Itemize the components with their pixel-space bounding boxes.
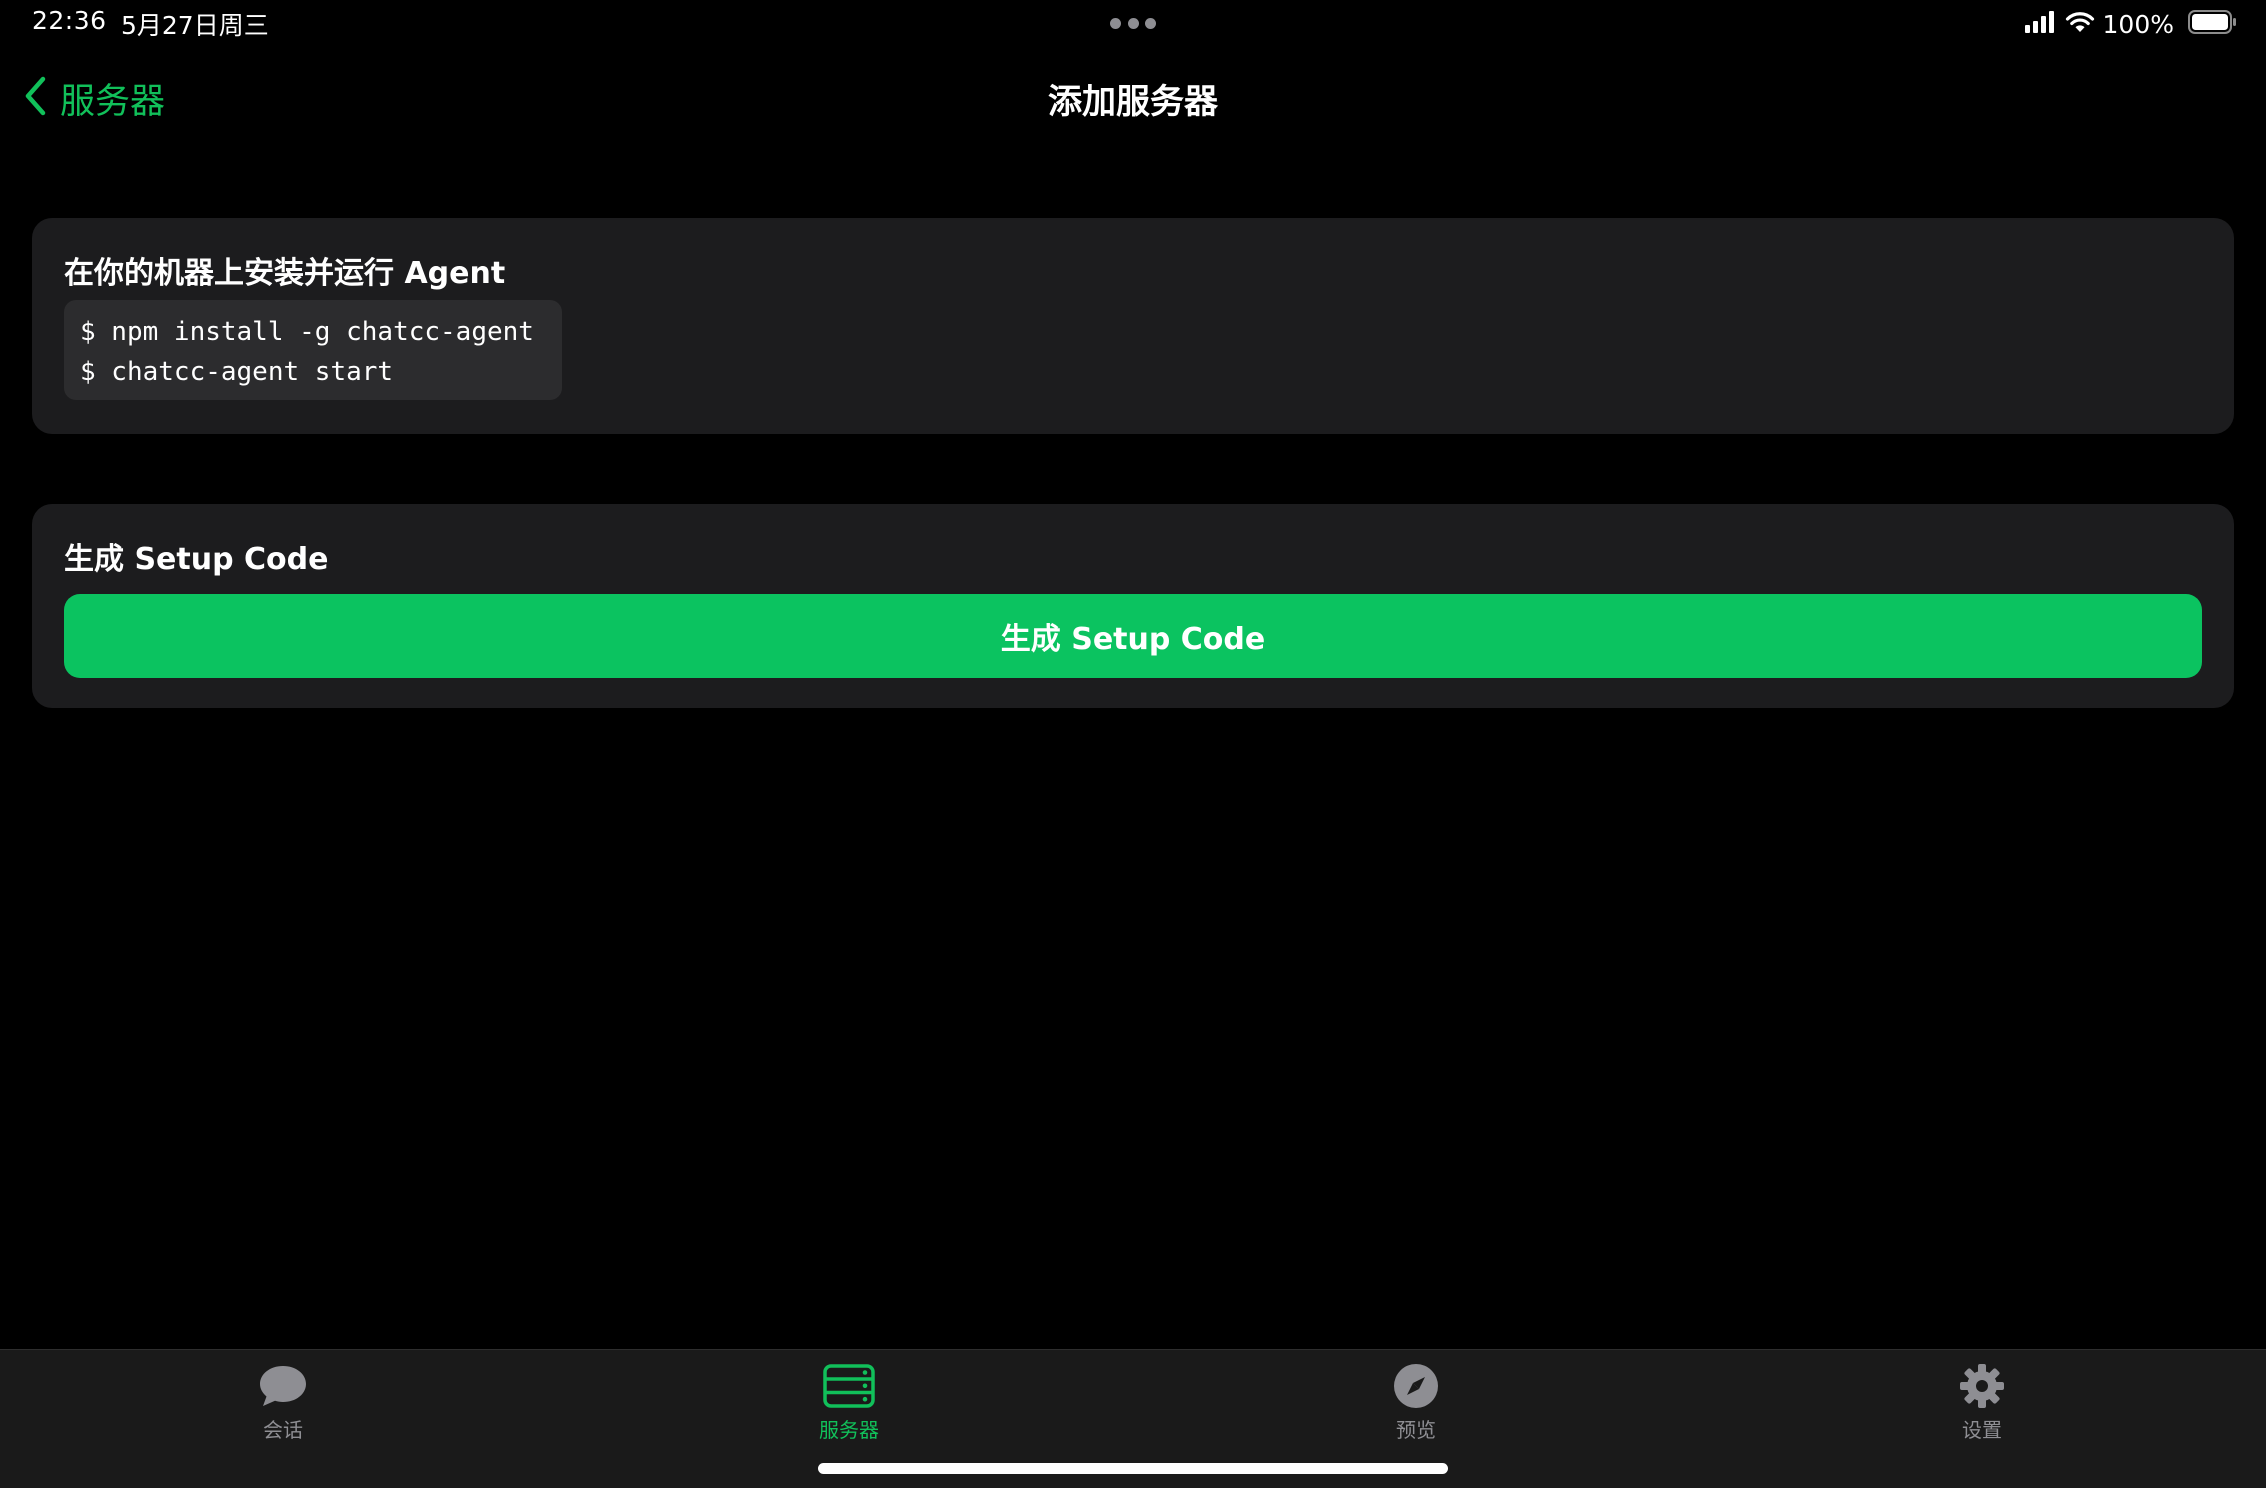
- wifi-icon: [2065, 11, 2095, 37]
- tab-settings-label: 设置: [1962, 1418, 2002, 1442]
- signal-icon: [2024, 11, 2057, 37]
- status-time: 22:36: [32, 6, 107, 35]
- page-title: 添加服务器: [1048, 82, 1218, 122]
- tab-preview-label: 预览: [1396, 1418, 1436, 1442]
- tab-servers[interactable]: 服务器: [769, 1362, 929, 1452]
- code-line: $ chatcc-agent start: [80, 357, 394, 387]
- status-date: 5月27日周三: [121, 11, 269, 40]
- install-card-heading: 在你的机器上安装并运行 Agent: [64, 256, 506, 291]
- server-icon: [821, 1362, 877, 1410]
- chat-bubble-icon: [255, 1362, 311, 1410]
- install-code-block[interactable]: $ npm install -g chatcc-agent $ chatcc-ag…: [64, 300, 562, 400]
- screen: 22:36 5月27日周三 100% 服务器 添加服务器 在你的机器上安装并运行…: [0, 0, 2266, 1488]
- generate-setup-code-button[interactable]: 生成 Setup Code: [64, 594, 2202, 678]
- compass-icon: [1388, 1362, 1444, 1410]
- gear-icon: [1954, 1362, 2010, 1410]
- tab-servers-label: 服务器: [819, 1418, 879, 1442]
- install-agent-card: 在你的机器上安装并运行 Agent $ npm install -g chatc…: [32, 218, 2234, 434]
- tab-chat-label: 会话: [263, 1418, 303, 1442]
- tab-preview[interactable]: 预览: [1336, 1362, 1496, 1452]
- tab-chat[interactable]: 会话: [203, 1362, 363, 1452]
- setup-code-card: 生成 Setup Code 生成 Setup Code: [32, 504, 2234, 708]
- multitasking-dots-icon[interactable]: [1110, 18, 1156, 30]
- setup-card-heading: 生成 Setup Code: [64, 542, 329, 577]
- tab-settings[interactable]: 设置: [1902, 1362, 2062, 1452]
- status-indicators: 100%: [2024, 6, 2238, 42]
- home-indicator[interactable]: [818, 1463, 1448, 1474]
- battery-percent: 100%: [2102, 9, 2174, 39]
- status-bar: 22:36 5月27日周三 100%: [0, 0, 2266, 48]
- code-line: $ npm install -g chatcc-agent: [80, 317, 534, 347]
- battery-icon: [2188, 10, 2238, 38]
